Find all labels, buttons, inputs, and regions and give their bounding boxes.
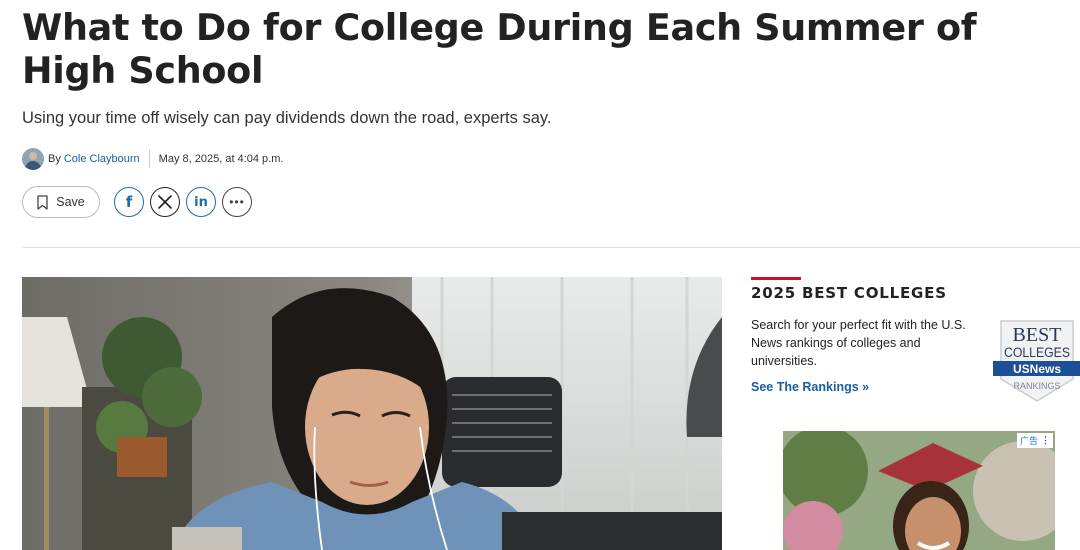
badge-line1: BEST [1013, 324, 1062, 346]
badge-line4: RANKINGS [1013, 381, 1060, 391]
best-colleges-promo: 2025 BEST COLLEGES Search for your perfe… [751, 277, 1080, 402]
see-rankings-link[interactable]: See The Rankings » [751, 380, 869, 394]
article-actions: Save f in ••• [22, 186, 252, 218]
best-colleges-badge[interactable]: BEST COLLEGES USNews RANKINGS [993, 317, 1080, 403]
share-x-button[interactable] [150, 187, 180, 217]
x-icon [158, 195, 172, 209]
publish-date: May 8, 2025, at 4:04 p.m. [158, 153, 284, 165]
bookmark-icon [37, 194, 48, 210]
ad-choices-chip[interactable]: 广告 ⋮ [1016, 433, 1053, 448]
facebook-icon: f [125, 193, 133, 211]
advertisement[interactable]: 广告 ⋮ [783, 431, 1055, 550]
ad-label: 广告 [1019, 436, 1038, 446]
share-linkedin-button[interactable]: in [186, 187, 216, 217]
badge-line3: USNews [1013, 362, 1061, 376]
save-label: Save [56, 195, 85, 209]
hero-image [22, 277, 722, 550]
byline-divider [148, 150, 150, 168]
accent-bar [751, 277, 801, 280]
share-facebook-button[interactable]: f [114, 187, 144, 217]
author-link[interactable]: Cole Claybourn [64, 153, 140, 165]
promo-description: Search for your perfect fit with the U.S… [751, 318, 966, 368]
linkedin-icon: in [194, 194, 208, 210]
section-divider [22, 247, 1080, 248]
save-button[interactable]: Save [22, 186, 100, 218]
article-subheadline: Using your time off wisely can pay divid… [22, 109, 552, 127]
author-avatar[interactable] [22, 148, 44, 170]
article-headline: What to Do for College During Each Summe… [22, 6, 977, 92]
share-buttons: f in ••• [114, 187, 252, 217]
ad-menu-icon[interactable]: ⋮ [1041, 435, 1050, 446]
badge-line2: COLLEGES [1004, 345, 1070, 360]
byline-prefix: By [48, 153, 61, 165]
byline: By Cole Claybourn May 8, 2025, at 4:04 p… [22, 147, 283, 171]
more-share-button[interactable]: ••• [222, 187, 252, 217]
promo-title: 2025 BEST COLLEGES [751, 284, 947, 302]
more-icon: ••• [229, 195, 245, 209]
